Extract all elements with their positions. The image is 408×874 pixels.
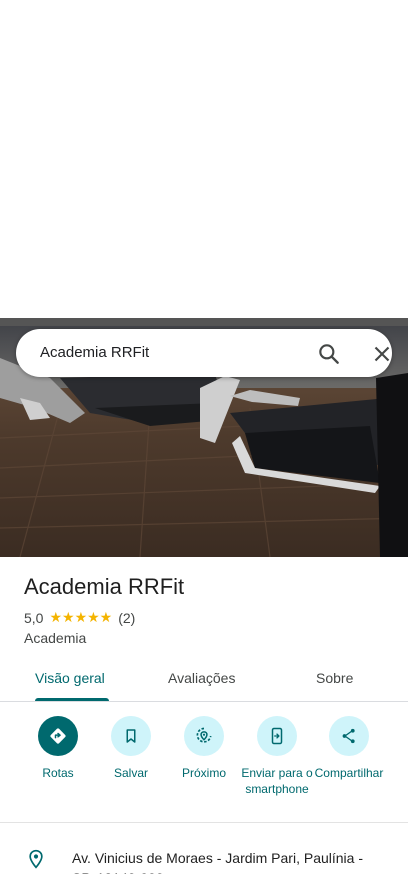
- search-bar[interactable]: Academia RRFit: [16, 329, 392, 377]
- search-input[interactable]: Academia RRFit: [40, 344, 149, 361]
- bookmark-icon: [111, 716, 151, 756]
- directions-icon: [38, 716, 78, 756]
- save-button[interactable]: Salvar: [91, 715, 171, 781]
- nearby-icon: [184, 716, 224, 756]
- tab-reviews[interactable]: Avaliações: [168, 670, 235, 686]
- directions-button[interactable]: Rotas: [18, 715, 98, 781]
- star-rating-icon: ★★★★★: [49, 609, 113, 625]
- send-to-phone-icon: [257, 716, 297, 756]
- tab-overview[interactable]: Visão geral: [35, 670, 105, 686]
- share-label: Compartilhar: [314, 766, 384, 780]
- send-to-phone-label: Enviar para o smartphone: [241, 766, 313, 796]
- directions-label: Rotas: [42, 766, 74, 780]
- review-count[interactable]: (2): [118, 610, 135, 626]
- nearby-button[interactable]: Próximo: [164, 715, 244, 781]
- close-icon[interactable]: [369, 341, 395, 367]
- save-label: Salvar: [113, 766, 148, 780]
- place-category[interactable]: Academia: [24, 630, 86, 646]
- rating-value: 5,0: [24, 609, 44, 626]
- address-text: Av. Vinicius de Moraes - Jardim Pari, Pa…: [72, 850, 364, 874]
- place-title: Academia RRFit: [24, 574, 185, 599]
- tab-about[interactable]: Sobre: [316, 670, 353, 686]
- share-icon: [329, 716, 369, 756]
- action-buttons: Rotas Salvar Próximo Enviar para o smart…: [0, 715, 408, 815]
- rating-row[interactable]: 5,0 ★★★★★ (2): [24, 609, 135, 626]
- search-icon[interactable]: [316, 341, 342, 367]
- blank-area: [0, 0, 408, 318]
- address-row[interactable]: Av. Vinicius de Moraes - Jardim Pari, Pa…: [0, 836, 408, 874]
- tab-bar: Visão geral Avaliações Sobre: [0, 658, 408, 702]
- send-to-phone-button[interactable]: Enviar para o smartphone: [237, 715, 317, 797]
- divider: [0, 822, 408, 823]
- nearby-label: Próximo: [181, 766, 226, 780]
- share-button[interactable]: Compartilhar: [309, 715, 389, 781]
- location-pin-icon: [26, 848, 46, 874]
- active-tab-indicator: [35, 698, 109, 701]
